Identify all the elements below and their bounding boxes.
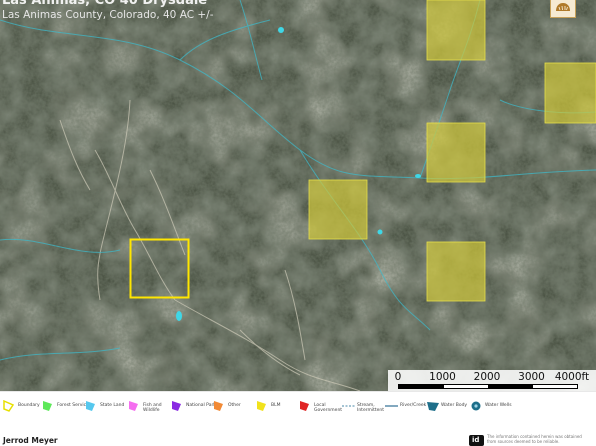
map-view[interactable]: Las Animas, CO 40 Drysdale Las Animas Co… bbox=[0, 0, 596, 391]
map-legend: Boundary Forest Servic State Land Fish a… bbox=[0, 391, 596, 422]
state-land-icon bbox=[86, 401, 95, 411]
national-park-icon bbox=[172, 401, 181, 411]
scale-label: 0 bbox=[394, 371, 402, 383]
fish-wildlife-icon bbox=[129, 401, 138, 411]
page-subtitle: Las Animas County, Colorado, 40 AC +/- bbox=[2, 9, 214, 21]
legend-label: Water Body bbox=[441, 403, 468, 408]
scale-label: 2000 bbox=[473, 371, 501, 383]
logo-text: id bbox=[472, 436, 480, 444]
forest-service-icon bbox=[43, 401, 52, 411]
scale-track bbox=[398, 384, 578, 389]
company-logo-icon: id bbox=[469, 435, 484, 446]
blm-parcel bbox=[426, 122, 486, 183]
scale-bar: 0 1000 2000 3000 4000ft bbox=[388, 370, 596, 391]
agent-name: Jerrod Meyer bbox=[3, 436, 58, 445]
blm-parcel bbox=[426, 241, 486, 302]
water-wells-icon bbox=[471, 401, 481, 411]
disclaimer-text: The information contained herein was obt… bbox=[487, 434, 582, 444]
brand-logo-icon bbox=[550, 0, 576, 18]
boundary-icon bbox=[3, 400, 15, 412]
scale-label: 1000 bbox=[429, 371, 456, 383]
water-body bbox=[278, 27, 284, 33]
local-government-icon bbox=[300, 401, 309, 411]
page-title: Las Animas, CO 40 Drysdale bbox=[2, 0, 208, 8]
legend-label: Water Wells bbox=[485, 403, 512, 408]
scale-label: 4000ft bbox=[554, 371, 590, 383]
blm-icon bbox=[257, 401, 266, 411]
blm-parcel bbox=[308, 179, 368, 240]
blm-parcel bbox=[426, 0, 486, 61]
satellite-imagery bbox=[0, 0, 596, 391]
water-body bbox=[176, 311, 182, 321]
other-icon bbox=[214, 401, 223, 411]
water-body bbox=[415, 174, 421, 178]
fist-logo-icon bbox=[556, 3, 570, 11]
river-creek-icon bbox=[385, 405, 398, 407]
footer: Jerrod Meyer id The information containe… bbox=[0, 421, 596, 446]
map-title-block: Las Animas, CO 40 Drysdale Las Animas Co… bbox=[2, 0, 214, 22]
scale-label: 3000 bbox=[518, 371, 545, 383]
blm-parcel bbox=[544, 62, 596, 124]
water-body-icon bbox=[427, 402, 439, 411]
water-body bbox=[377, 229, 383, 235]
stream-intermittent-icon bbox=[342, 405, 355, 407]
